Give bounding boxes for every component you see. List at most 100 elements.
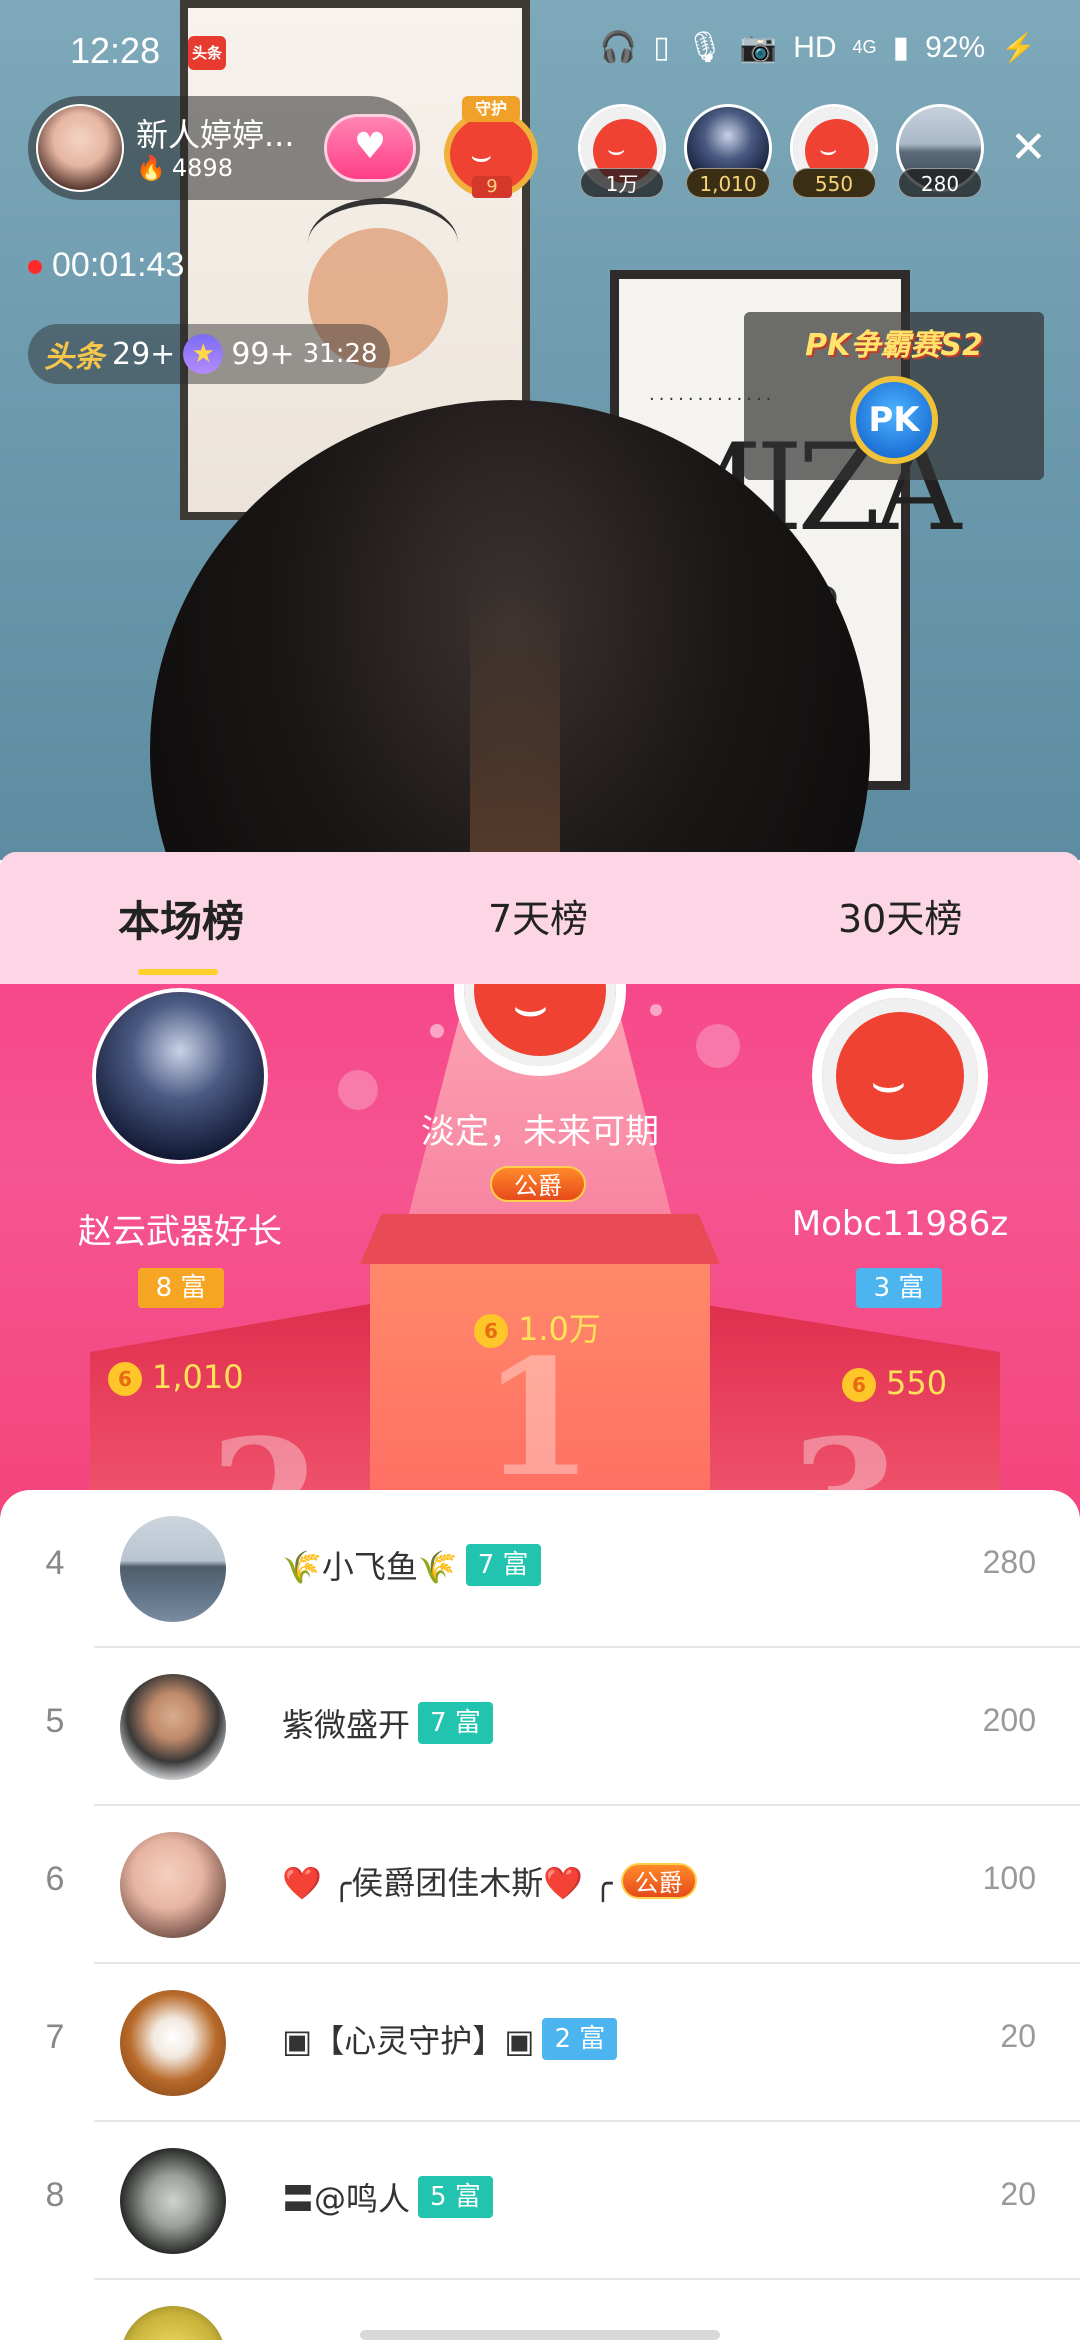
active-tab-indicator bbox=[138, 969, 218, 975]
ranking-list[interactable]: 4 🌾小飞鱼🌾 7 富 280 5 紫微盛开 7 富 200 6 ❤️ ╭侯爵团佳木… bbox=[0, 1490, 1080, 2340]
headphones-icon: 🎧 bbox=[599, 31, 638, 64]
tab-7-days[interactable]: 7天榜 bbox=[488, 888, 588, 943]
rich-level-badge: 7 富 bbox=[418, 1702, 493, 1744]
red-smile-icon: ⌣ bbox=[870, 1050, 907, 1115]
contribution-value: 20 bbox=[1000, 2018, 1036, 2054]
star-count: 99+ bbox=[231, 336, 295, 372]
rich-level-badge: 7 富 bbox=[465, 1544, 541, 1586]
pk-button[interactable]: PK bbox=[850, 376, 938, 464]
camera-icon: 📷 bbox=[739, 31, 778, 64]
rank-number: 8 bbox=[45, 2176, 65, 2214]
contribution-value: 100 bbox=[982, 1860, 1036, 1896]
rich-level-badge: 3 富 bbox=[856, 1268, 942, 1308]
rich-level-badge: 2 富 bbox=[542, 2018, 618, 2060]
contribution-value: 20 bbox=[1000, 2176, 1036, 2212]
list-item[interactable]: 7 ▣【心灵守护】▣ 2 富 20 bbox=[0, 1964, 1080, 2122]
red-smile-icon: ⌣ bbox=[512, 984, 549, 1039]
battery-level: 92% bbox=[925, 30, 986, 64]
signal-label: 4G bbox=[852, 37, 877, 57]
coin-icon: 6 bbox=[474, 1314, 508, 1348]
pk-title: PK争霸赛S2 bbox=[805, 328, 983, 363]
viewer-score: 280 bbox=[898, 168, 982, 198]
user-name: ❤️ ╭侯爵团佳木斯❤️ ╭ bbox=[282, 1864, 613, 1902]
avatar[interactable] bbox=[120, 1832, 226, 1938]
avatar[interactable] bbox=[120, 1516, 226, 1622]
rank-2-name: 赵云武器好长 bbox=[78, 1212, 282, 1252]
rank-3-avatar[interactable]: ⌣ bbox=[812, 988, 988, 1164]
duke-badge: 公爵 bbox=[620, 1863, 697, 1899]
red-smile-icon: ⌣ bbox=[470, 136, 493, 176]
viewer-avatar[interactable]: 280 bbox=[896, 104, 984, 198]
list-item[interactable]: 8 〓@鸣人 5 富 20 bbox=[0, 2122, 1080, 2280]
rank-1-avatar[interactable]: ⌣ bbox=[454, 984, 626, 1076]
viewer-score: 1万 bbox=[580, 168, 664, 198]
viewer-avatar[interactable]: ⌣ 550 bbox=[790, 104, 878, 198]
host-avatar[interactable] bbox=[36, 104, 124, 192]
rank-1-number: 1 bbox=[482, 1324, 594, 1512]
toutiao-count: 29+ bbox=[112, 336, 176, 372]
list-item[interactable]: 6 ❤️ ╭侯爵团佳木斯❤️ ╭ 公爵 100 bbox=[0, 1806, 1080, 1964]
coin-icon: 6 bbox=[108, 1362, 142, 1396]
coin-icon: 6 bbox=[842, 1368, 876, 1402]
guard-label: 守护 bbox=[462, 96, 520, 122]
rich-level-badge: 8 富 bbox=[138, 1268, 224, 1308]
toutiao-app-icon: 头条 bbox=[188, 36, 226, 70]
ranking-tabs: 本场榜 7天榜 30天榜 bbox=[0, 852, 1080, 984]
avatar[interactable] bbox=[120, 2148, 226, 2254]
contribution-value: 280 bbox=[982, 1544, 1036, 1580]
viewer-score: 550 bbox=[792, 168, 876, 198]
rank-2-score: 6 1,010 bbox=[108, 1358, 244, 1396]
follow-heart-button[interactable]: ♥ bbox=[324, 114, 416, 182]
signal-icon: ▮ bbox=[892, 31, 910, 64]
tab-30-days[interactable]: 30天榜 bbox=[838, 888, 962, 943]
rank-number: 4 bbox=[45, 1544, 65, 1582]
user-name: 〓@鸣人 bbox=[282, 2180, 411, 2218]
star-timer: 31:28 bbox=[302, 339, 378, 369]
user-name: 🌾小飞鱼🌾 bbox=[282, 1548, 458, 1586]
guard-badge[interactable]: 守护 ⌣ 9 bbox=[438, 96, 544, 202]
list-item[interactable]: 4 🌾小飞鱼🌾 7 富 280 bbox=[0, 1490, 1080, 1648]
user-name: ▣【心灵守护】▣ bbox=[282, 2022, 535, 2060]
viewer-score: 1,010 bbox=[686, 168, 770, 198]
rank-number: 7 bbox=[45, 2018, 65, 2056]
star-icon: ★ bbox=[183, 334, 224, 374]
red-smile-icon: ⌣ bbox=[819, 133, 838, 166]
host-heat: 🔥 4898 bbox=[136, 154, 233, 182]
rich-level-badge: 5 富 bbox=[418, 2176, 493, 2218]
user-name: 紫微盛开 bbox=[282, 1706, 411, 1744]
viewer-avatar[interactable]: 1,010 bbox=[684, 104, 772, 198]
rank-3-name: Mobc11986z bbox=[791, 1204, 1009, 1244]
top-three-podium: 2 1 3 ⌣ 淡定，未来可期 公爵 6 1.0万 赵云武器好长 8 富 6 1,0… bbox=[0, 984, 1080, 1524]
microphone-icon: 🎙 bbox=[685, 31, 724, 64]
toutiao-logo: 头条 bbox=[44, 340, 104, 375]
pk-widget[interactable]: PK争霸赛S2 PK bbox=[744, 312, 1044, 480]
avatar[interactable] bbox=[120, 1674, 226, 1780]
live-duration: 00:01:43 bbox=[28, 246, 184, 285]
list-item[interactable]: 5 紫微盛开 7 富 200 bbox=[0, 1648, 1080, 1806]
rank-1-name: 淡定，未来可期 bbox=[421, 1112, 659, 1152]
guard-count: 9 bbox=[472, 176, 512, 198]
status-bar: 12:28 头条 🎧 ▯ 🎙 📷 HD 4G ▮ 92% ⚡ bbox=[0, 0, 1080, 110]
viewer-avatar[interactable]: ⌣ 1万 bbox=[578, 104, 666, 198]
recording-dot-icon bbox=[28, 260, 42, 275]
rank-1-score: 6 1.0万 bbox=[474, 1304, 601, 1350]
red-smile-icon: ⌣ bbox=[607, 133, 626, 166]
close-icon[interactable]: ✕ bbox=[1010, 122, 1047, 173]
rank-number: 6 bbox=[45, 1860, 65, 1898]
rank-number: 5 bbox=[45, 1702, 65, 1740]
status-time: 12:28 bbox=[70, 30, 161, 71]
fire-icon: 🔥 bbox=[136, 154, 166, 182]
home-indicator[interactable] bbox=[360, 2330, 720, 2340]
host-info[interactable]: 新人婷婷... 🔥 4898 ♥ bbox=[28, 96, 420, 200]
rank-badges[interactable]: 头条 29+ ★ 99+ 31:28 bbox=[28, 324, 390, 384]
tab-this-session[interactable]: 本场榜 bbox=[118, 888, 244, 975]
duke-badge: 公爵 bbox=[490, 1166, 586, 1202]
vibrate-icon: ▯ bbox=[653, 31, 670, 64]
rank-3-score: 6 550 bbox=[842, 1364, 947, 1402]
network-label: HD bbox=[793, 30, 837, 64]
host-name: 新人婷婷... bbox=[136, 116, 295, 154]
avatar[interactable] bbox=[120, 2306, 226, 2340]
rank-2-avatar[interactable] bbox=[92, 988, 268, 1164]
avatar[interactable] bbox=[120, 1990, 226, 2096]
charging-icon: ⚡ bbox=[1001, 32, 1036, 63]
